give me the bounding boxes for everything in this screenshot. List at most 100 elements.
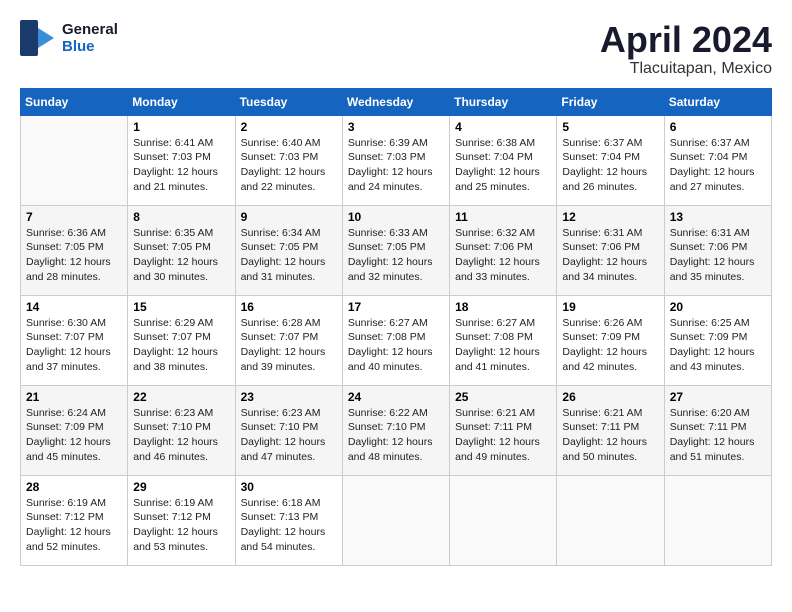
day-number: 13 [670,210,766,224]
day-cell: 16 Sunrise: 6:28 AMSunset: 7:07 PMDayligh… [235,295,342,385]
day-cell: 18Sunrise: 6:27 AMSunset: 7:08 PMDayligh… [450,295,557,385]
day-number: 3 [348,120,444,134]
day-header-saturday: Saturday [664,88,771,115]
logo-general: General [62,21,118,38]
day-cell: 27 Sunrise: 6:20 AMSunset: 7:11 PMDayligh… [664,385,771,475]
day-info: Sunrise: 6:29 AMSunset: 7:07 PMDaylight:… [133,316,229,375]
day-number: 26 [562,390,658,404]
day-info: Sunrise: 6:19 AMSunset: 7:12 PMDaylight:… [26,496,122,555]
day-number: 12 [562,210,658,224]
day-header-wednesday: Wednesday [342,88,449,115]
day-number: 5 [562,120,658,134]
day-cell [21,115,128,205]
day-number: 11 [455,210,551,224]
day-cell: 22 Sunrise: 6:23 AMSunset: 7:10 PMDayligh… [128,385,235,475]
day-info: Sunrise: 6:36 AMSunset: 7:05 PMDaylight:… [26,226,122,285]
day-cell [342,475,449,565]
day-cell: 29 Sunrise: 6:19 AMSunset: 7:12 PMDayligh… [128,475,235,565]
day-info: Sunrise: 6:37 AMSunset: 7:04 PMDaylight:… [562,136,658,195]
day-number: 29 [133,480,229,494]
day-header-sunday: Sunday [21,88,128,115]
day-cell: 15Sunrise: 6:29 AMSunset: 7:07 PMDayligh… [128,295,235,385]
day-number: 22 [133,390,229,404]
week-row-3: 14 Sunrise: 6:30 AMSunset: 7:07 PMDayligh… [21,295,772,385]
month-title: April 2024 [600,20,772,60]
day-number: 16 [241,300,337,314]
day-cell: 20 Sunrise: 6:25 AMSunset: 7:09 PMDayligh… [664,295,771,385]
day-info: Sunrise: 6:32 AMSunset: 7:06 PMDaylight:… [455,226,551,285]
day-number: 4 [455,120,551,134]
day-info: Sunrise: 6:37 AMSunset: 7:04 PMDaylight:… [670,136,766,195]
day-header-monday: Monday [128,88,235,115]
day-number: 2 [241,120,337,134]
day-cell: 21 Sunrise: 6:24 AMSunset: 7:09 PMDayligh… [21,385,128,475]
day-cell: 5 Sunrise: 6:37 AMSunset: 7:04 PMDaylight… [557,115,664,205]
day-cell: 1 Sunrise: 6:41 AMSunset: 7:03 PMDaylight… [128,115,235,205]
logo-svg [20,20,56,56]
day-cell: 7 Sunrise: 6:36 AMSunset: 7:05 PMDaylight… [21,205,128,295]
day-header-thursday: Thursday [450,88,557,115]
day-number: 27 [670,390,766,404]
day-cell: 28 Sunrise: 6:19 AMSunset: 7:12 PMDayligh… [21,475,128,565]
day-info: Sunrise: 6:31 AMSunset: 7:06 PMDaylight:… [670,226,766,285]
day-info: Sunrise: 6:19 AMSunset: 7:12 PMDaylight:… [133,496,229,555]
day-cell: 26 Sunrise: 6:21 AMSunset: 7:11 PMDayligh… [557,385,664,475]
day-info: Sunrise: 6:34 AMSunset: 7:05 PMDaylight:… [241,226,337,285]
logo: General Blue [20,20,118,56]
day-info: Sunrise: 6:22 AMSunset: 7:10 PMDaylight:… [348,406,444,465]
day-info: Sunrise: 6:41 AMSunset: 7:03 PMDaylight:… [133,136,229,195]
day-cell: 6 Sunrise: 6:37 AMSunset: 7:04 PMDaylight… [664,115,771,205]
day-info: Sunrise: 6:24 AMSunset: 7:09 PMDaylight:… [26,406,122,465]
day-headers-row: SundayMondayTuesdayWednesdayThursdayFrid… [21,88,772,115]
week-row-5: 28 Sunrise: 6:19 AMSunset: 7:12 PMDayligh… [21,475,772,565]
day-info: Sunrise: 6:26 AMSunset: 7:09 PMDaylight:… [562,316,658,375]
day-number: 30 [241,480,337,494]
day-cell: 2Sunrise: 6:40 AMSunset: 7:03 PMDaylight… [235,115,342,205]
day-info: Sunrise: 6:28 AMSunset: 7:07 PMDaylight:… [241,316,337,375]
day-info: Sunrise: 6:27 AMSunset: 7:08 PMDaylight:… [348,316,444,375]
week-row-1: 1 Sunrise: 6:41 AMSunset: 7:03 PMDaylight… [21,115,772,205]
day-info: Sunrise: 6:21 AMSunset: 7:11 PMDaylight:… [562,406,658,465]
day-info: Sunrise: 6:23 AMSunset: 7:10 PMDaylight:… [241,406,337,465]
day-cell: 14 Sunrise: 6:30 AMSunset: 7:07 PMDayligh… [21,295,128,385]
day-info: Sunrise: 6:27 AMSunset: 7:08 PMDaylight:… [455,316,551,375]
day-info: Sunrise: 6:35 AMSunset: 7:05 PMDaylight:… [133,226,229,285]
day-number: 10 [348,210,444,224]
day-number: 7 [26,210,122,224]
location: Tlacuitapan, Mexico [600,60,772,78]
day-cell: 12 Sunrise: 6:31 AMSunset: 7:06 PMDayligh… [557,205,664,295]
day-info: Sunrise: 6:30 AMSunset: 7:07 PMDaylight:… [26,316,122,375]
day-cell: 3Sunrise: 6:39 AMSunset: 7:03 PMDaylight… [342,115,449,205]
day-info: Sunrise: 6:23 AMSunset: 7:10 PMDaylight:… [133,406,229,465]
title-block: April 2024 Tlacuitapan, Mexico [600,20,772,78]
week-row-2: 7 Sunrise: 6:36 AMSunset: 7:05 PMDaylight… [21,205,772,295]
day-number: 28 [26,480,122,494]
day-number: 17 [348,300,444,314]
day-info: Sunrise: 6:20 AMSunset: 7:11 PMDaylight:… [670,406,766,465]
day-cell: 13 Sunrise: 6:31 AMSunset: 7:06 PMDayligh… [664,205,771,295]
calendar-body: 1 Sunrise: 6:41 AMSunset: 7:03 PMDaylight… [21,115,772,565]
page-header: General Blue April 2024 Tlacuitapan, Mex… [20,20,772,78]
day-header-friday: Friday [557,88,664,115]
day-cell: 9Sunrise: 6:34 AMSunset: 7:05 PMDaylight… [235,205,342,295]
day-number: 21 [26,390,122,404]
day-number: 1 [133,120,229,134]
day-number: 20 [670,300,766,314]
day-cell [557,475,664,565]
day-number: 25 [455,390,551,404]
day-cell: 25Sunrise: 6:21 AMSunset: 7:11 PMDayligh… [450,385,557,475]
day-info: Sunrise: 6:18 AMSunset: 7:13 PMDaylight:… [241,496,337,555]
day-info: Sunrise: 6:31 AMSunset: 7:06 PMDaylight:… [562,226,658,285]
day-number: 8 [133,210,229,224]
day-info: Sunrise: 6:33 AMSunset: 7:05 PMDaylight:… [348,226,444,285]
day-info: Sunrise: 6:38 AMSunset: 7:04 PMDaylight:… [455,136,551,195]
day-number: 19 [562,300,658,314]
day-cell [664,475,771,565]
day-number: 6 [670,120,766,134]
day-cell: 11 Sunrise: 6:32 AMSunset: 7:06 PMDayligh… [450,205,557,295]
day-cell: 17 Sunrise: 6:27 AMSunset: 7:08 PMDayligh… [342,295,449,385]
day-info: Sunrise: 6:25 AMSunset: 7:09 PMDaylight:… [670,316,766,375]
day-cell: 30 Sunrise: 6:18 AMSunset: 7:13 PMDayligh… [235,475,342,565]
day-number: 14 [26,300,122,314]
day-cell: 8 Sunrise: 6:35 AMSunset: 7:05 PMDaylight… [128,205,235,295]
